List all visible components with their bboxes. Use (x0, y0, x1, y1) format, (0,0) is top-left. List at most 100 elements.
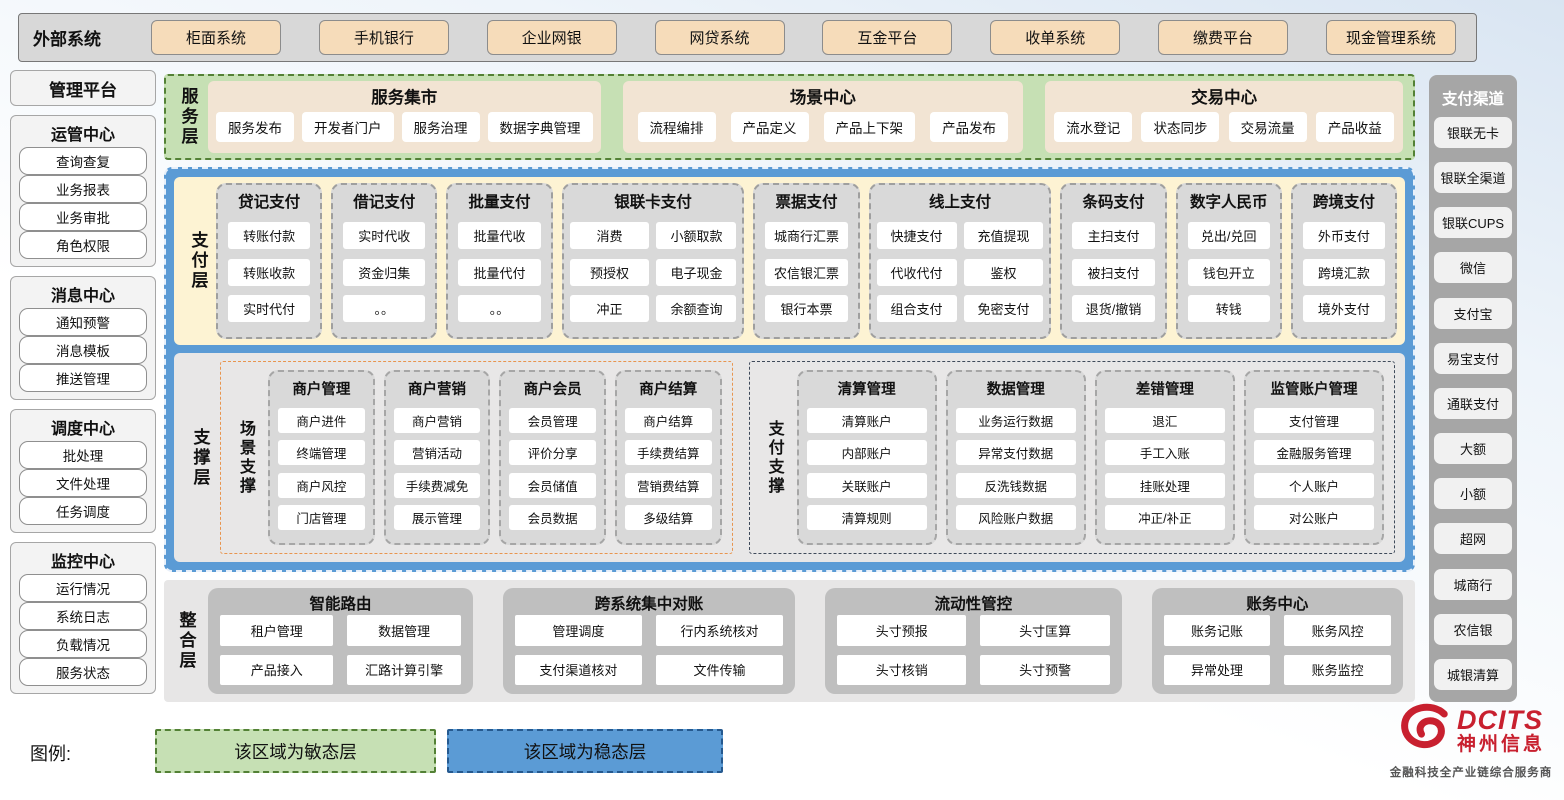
payment-channel-node: 超网 (1434, 523, 1512, 554)
management-item: 推送管理 (19, 364, 147, 392)
payment-column-body: 外币支付跨境汇款境外支付 (1299, 213, 1389, 331)
support-column-body: 支付管理金融服务管理个人账户对公账户 (1251, 400, 1377, 538)
support-item: 手工入账 (1105, 440, 1225, 465)
management-platform-title: 管理平台 (10, 70, 156, 106)
management-item: 任务调度 (19, 497, 147, 525)
support-item: 商户风控 (278, 473, 365, 498)
dcits-logo: DCITS 神州信息 金融科技全产业链综合服务商 (1382, 700, 1560, 780)
support-column: 商户营销商户营销营销活动手续费减免展示管理 (384, 370, 491, 545)
payment-item: 城商行汇票 (765, 222, 847, 249)
group-title: 服务集市 (216, 84, 593, 107)
external-system-node: 网贷系统 (655, 20, 785, 55)
integration-layer: 整合层 智能路由租户管理数据管理产品接入汇路计算引擎跨系统集中对账管理调度行内系… (164, 580, 1415, 702)
payment-column: 批量支付批量代收批量代付。。 (446, 183, 552, 339)
payment-item: 免密支付 (964, 295, 1044, 322)
management-group-message: 消息中心通知预警消息模板推送管理 (10, 276, 156, 400)
support-column-body: 退汇手工入账挂账处理冲正/补正 (1102, 400, 1228, 538)
payment-column: 线上支付快捷支付充值提现代收代付鉴权组合支付免密支付 (869, 183, 1052, 339)
support-column-title: 监管账户管理 (1251, 374, 1377, 400)
service-layer-label: 服务层 (172, 81, 204, 153)
service-item: 数据字典管理 (488, 112, 593, 142)
management-item: 查询查复 (19, 147, 147, 175)
payment-channels-panel: 支付渠道 银联无卡银联全渠道银联CUPS微信支付宝易宝支付通联支付大额小额超网城… (1429, 75, 1517, 702)
payment-column-body: 兑出/兑回钱包开立转钱 (1184, 213, 1274, 331)
support-column: 监管账户管理支付管理金融服务管理个人账户对公账户 (1244, 370, 1384, 545)
payment-item: 境外支付 (1303, 295, 1385, 322)
integration-panel-title: 智能路由 (220, 590, 461, 615)
dcits-logo-tagline: 金融科技全产业链综合服务商 (1390, 764, 1553, 780)
support-item: 商户结算 (625, 408, 712, 433)
payment-item: 兑出/兑回 (1188, 222, 1270, 249)
support-item: 展示管理 (394, 505, 481, 530)
payment-item: 跨境汇款 (1303, 259, 1385, 286)
payment-item: 转账付款 (228, 222, 310, 249)
payment-column-title: 批量支付 (454, 187, 544, 213)
management-item: 服务状态 (19, 658, 147, 686)
payment-item: 充值提现 (964, 222, 1044, 249)
support-item: 业务运行数据 (956, 408, 1076, 433)
integration-panel-body: 账务记账账务风控异常处理账务监控 (1164, 615, 1391, 685)
payment-column-title: 银联卡支付 (570, 187, 737, 213)
integration-item: 头寸预警 (980, 655, 1109, 686)
support-column-title: 清算管理 (804, 374, 930, 400)
legend-label: 图例: (30, 740, 71, 766)
support-groups: 场景支撑商户管理商户进件终端管理商户风控门店管理商户营销商户营销营销活动手续费减… (220, 361, 1395, 554)
integration-panel-body: 租户管理数据管理产品接入汇路计算引擎 (220, 615, 461, 685)
support-item: 多级结算 (625, 505, 712, 530)
payment-column-body: 城商行汇票农信银汇票银行本票 (761, 213, 851, 331)
service-item: 产品发布 (930, 112, 1008, 142)
group-title: 调度中心 (19, 413, 147, 441)
support-column: 清算管理清算账户内部账户关联账户清算规则 (797, 370, 937, 545)
payment-channel-node: 银联CUPS (1434, 207, 1512, 238)
integration-item: 产品接入 (220, 655, 333, 686)
payment-column-body: 转账付款转账收款实时代付 (224, 213, 314, 331)
integration-panel-title: 账务中心 (1164, 590, 1391, 615)
payment-column: 借记支付实时代收资金归集。。 (331, 183, 437, 339)
payment-channel-node: 支付宝 (1434, 298, 1512, 329)
dcits-logo-icon (1397, 700, 1453, 761)
management-item: 文件处理 (19, 469, 147, 497)
service-panels: 服务集市服务发布开发者门户服务治理数据字典管理 场景中心流程编排产品定义产品上下… (208, 81, 1403, 153)
service-panel-trade: 交易中心流水登记状态同步交易流量产品收益 (1045, 81, 1403, 153)
architecture-diagram: 外部系统 柜面系统手机银行企业网银网贷系统互金平台收单系统缴费平台现金管理系统 … (0, 0, 1564, 800)
group-title: 场景中心 (631, 84, 1016, 107)
support-item: 反洗钱数据 (956, 473, 1076, 498)
support-item: 金融服务管理 (1254, 440, 1374, 465)
support-item: 商户营销 (394, 408, 481, 433)
payment-layer-label: 支付层 (182, 183, 214, 339)
payment-channel-node: 城银清算 (1434, 659, 1512, 690)
support-item: 清算规则 (807, 505, 927, 530)
payment-channel-node: 通联支付 (1434, 388, 1512, 419)
payment-channels-list: 银联无卡银联全渠道银联CUPS微信支付宝易宝支付通联支付大额小额超网城商行农信银… (1434, 117, 1512, 690)
integration-item: 账务监控 (1284, 655, 1391, 686)
service-item: 产品收益 (1316, 112, 1394, 142)
support-column-body: 商户进件终端管理商户风控门店管理 (275, 400, 368, 538)
payment-column: 票据支付城商行汇票农信银汇票银行本票 (753, 183, 859, 339)
payment-item: 资金归集 (343, 259, 425, 286)
payment-item: 农信银汇票 (765, 259, 847, 286)
external-system-node: 柜面系统 (151, 20, 281, 55)
payment-column: 数字人民币兑出/兑回钱包开立转钱 (1176, 183, 1282, 339)
integration-item: 头寸预报 (837, 615, 966, 646)
support-item: 手续费结算 (625, 440, 712, 465)
payment-item: 批量代付 (458, 259, 540, 286)
payment-item: 银行本票 (765, 295, 847, 322)
payment-column-title: 跨境支付 (1299, 187, 1389, 213)
support-item: 终端管理 (278, 440, 365, 465)
integration-item: 头寸核销 (837, 655, 966, 686)
payment-item: 转钱 (1188, 295, 1270, 322)
integration-panel: 流动性管控头寸预报头寸匡算头寸核销头寸预警 (825, 588, 1122, 694)
support-column-body: 商户营销营销活动手续费减免展示管理 (391, 400, 484, 538)
support-column: 差错管理退汇手工入账挂账处理冲正/补正 (1095, 370, 1235, 545)
service-item: 产品上下架 (824, 112, 916, 142)
external-system-node: 现金管理系统 (1326, 20, 1456, 55)
integration-item: 管理调度 (515, 615, 642, 646)
support-item: 异常支付数据 (956, 440, 1076, 465)
payment-column: 银联卡支付消费小额取款预授权电子现金冲正余额查询 (562, 183, 745, 339)
payment-item: 批量代收 (458, 222, 540, 249)
payment-channel-node: 易宝支付 (1434, 343, 1512, 374)
management-group-schedule: 调度中心批处理文件处理任务调度 (10, 409, 156, 533)
support-column-body: 商户结算手续费结算营销费结算多级结算 (622, 400, 715, 538)
support-column-title: 商户会员 (506, 374, 599, 400)
support-column-title: 数据管理 (953, 374, 1079, 400)
